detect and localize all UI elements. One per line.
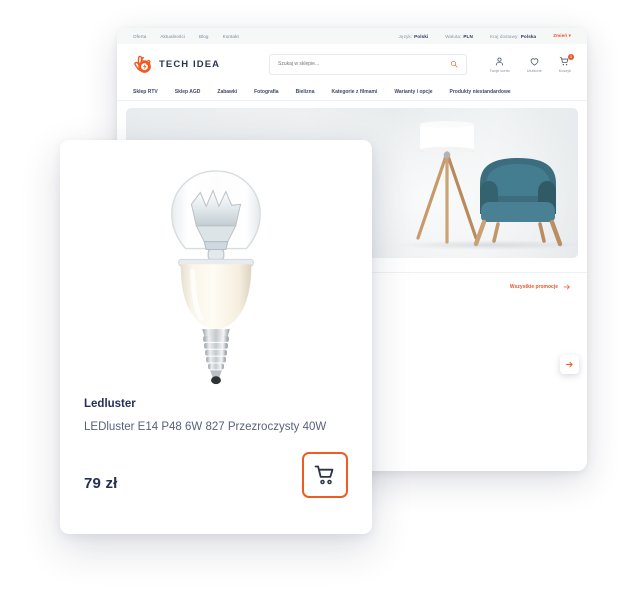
nav-item-sklep-agd[interactable]: Sklep AGD — [175, 89, 201, 95]
cart-label: Koszyk — [558, 68, 571, 73]
cart-icon — [314, 465, 334, 485]
user-icon — [496, 57, 504, 66]
ok-hand-logo-icon — [134, 55, 151, 73]
all-promotions-link[interactable]: Wszystkie promocje — [510, 283, 571, 291]
currency-selector[interactable]: Waluta: PLN — [445, 34, 473, 39]
topbar-link-blog[interactable]: Blog — [199, 34, 209, 39]
featured-product-name: LEDluster E14 P48 6W 827 Przezroczysty 4… — [84, 421, 327, 433]
nav-item-produkty-niestandardowe[interactable]: Produkty niestandardowe — [450, 89, 511, 95]
featured-product-price: 79 zł — [84, 475, 118, 493]
featured-product-brand: Ledluster — [84, 398, 136, 410]
country-selector[interactable]: Kraj dostawy: Polska — [490, 34, 536, 39]
currency-value: PLN — [463, 33, 473, 39]
nav-item-fotografia[interactable]: Fotografia — [254, 89, 278, 95]
search-bar[interactable] — [269, 53, 467, 75]
arrow-right-icon — [566, 361, 573, 368]
cart-button[interactable]: 1 Koszyk — [558, 53, 574, 73]
account-label: Twoje konto — [489, 68, 510, 73]
account-button[interactable]: Twoje konto — [489, 56, 510, 73]
change-settings-link[interactable]: Zmień ▾ — [553, 33, 571, 39]
utility-topbar: Oferta Aktualności Blog Kontakt Język: Po… — [117, 28, 587, 44]
screen: Oferta Aktualności Blog Kontakt Język: Po… — [0, 0, 641, 594]
country-label: Kraj dostawy: — [489, 33, 519, 39]
arrow-right-icon — [563, 284, 570, 290]
currency-label: Waluta: — [445, 33, 462, 39]
nav-item-zabawki[interactable]: Zabawki — [217, 89, 237, 95]
all-promotions-label: Wszystkie promocje — [509, 284, 558, 290]
nav-item-kategorie-z-filmami[interactable]: Kategorie z filmami — [331, 89, 377, 95]
logo[interactable]: TECH IDEA — [133, 54, 253, 75]
topbar-link-oferta[interactable]: Oferta — [133, 34, 146, 39]
search-input[interactable] — [278, 61, 450, 67]
country-value: Polska — [520, 33, 537, 39]
featured-product-image — [84, 162, 348, 394]
nav-item-warianty-i-opcje[interactable]: Warianty i opcje — [394, 89, 432, 95]
language-label: Język: — [398, 33, 413, 39]
heart-icon — [530, 57, 539, 66]
language-selector[interactable]: Język: Polski — [399, 34, 429, 39]
nav-item-bielizna[interactable]: Bielizna — [296, 89, 315, 95]
search-icon[interactable] — [450, 60, 458, 68]
topbar-settings: Język: Polski Waluta: PLN Kraj dostawy: Pol… — [399, 33, 571, 39]
header-icons: Twoje konto Ulubione 1 Koszyk — [489, 53, 574, 73]
wishlist-label: Ulubione — [526, 68, 542, 73]
featured-product-footer: 79 zł — [84, 452, 348, 499]
add-to-cart-button[interactable] — [302, 452, 348, 499]
topbar-link-kontakt[interactable]: Kontakt — [223, 34, 239, 39]
language-value: Polski — [414, 33, 429, 39]
topbar-links: Oferta Aktualności Blog Kontakt — [133, 34, 239, 39]
logo-text: TECH IDEA — [159, 58, 221, 70]
site-header: TECH IDEA Twoje konto — [117, 44, 587, 84]
topbar-link-aktualnosci[interactable]: Aktualności — [160, 34, 185, 39]
nav-item-sklep-rtv[interactable]: Sklep RTV — [133, 89, 158, 95]
carousel-next-button[interactable] — [560, 355, 579, 374]
wishlist-button[interactable]: Ulubione — [527, 56, 542, 73]
armchair-image — [473, 158, 563, 247]
main-nav: Sklep RTV Sklep AGD Zabawki Fotografia B… — [117, 84, 587, 101]
featured-product-card[interactable]: Ledluster LEDluster E14 P48 6W 827 Przez… — [60, 140, 372, 534]
led-luster-bulb-icon — [171, 170, 261, 385]
cart-badge: 1 — [568, 53, 574, 60]
